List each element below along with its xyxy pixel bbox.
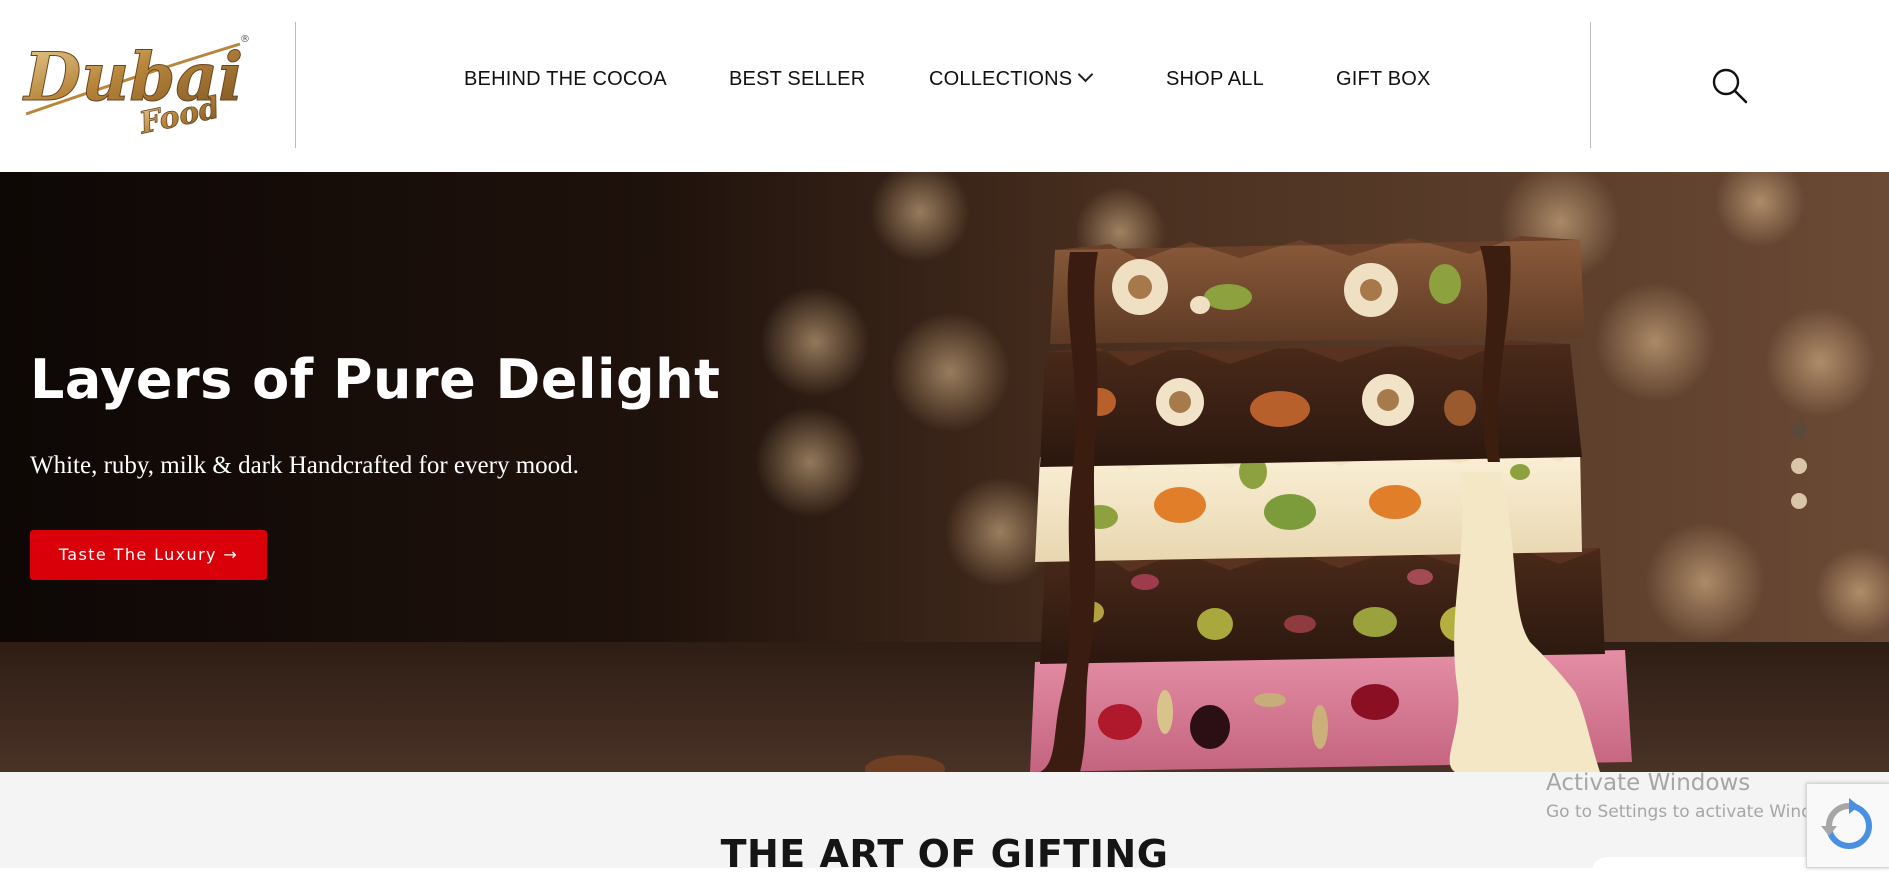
- slider-dots: [1791, 422, 1807, 522]
- search-icon: [1712, 68, 1748, 104]
- nav-item-gift-box[interactable]: GIFT BOX: [1336, 68, 1431, 94]
- windows-activation-watermark: Activate Windows Go to Settings to activ…: [1546, 770, 1851, 822]
- hero-title: Layers of Pure Delight: [30, 348, 721, 411]
- search-button[interactable]: [1710, 66, 1750, 106]
- main-nav: BEHIND THE COCOA BEST SELLER COLLECTIONS…: [0, 0, 1889, 172]
- taste-the-luxury-button[interactable]: Taste The Luxury →: [30, 530, 267, 580]
- nav-item-collections-label: COLLECTIONS: [929, 68, 1073, 90]
- hero-subtitle: White, ruby, milk & dark Handcrafted for…: [30, 452, 579, 479]
- slider-dot-1[interactable]: [1791, 422, 1807, 438]
- nav-item-collections[interactable]: COLLECTIONS: [929, 66, 1094, 94]
- nav-item-best-seller[interactable]: BEST SELLER: [729, 68, 865, 94]
- chevron-down-icon: [1078, 66, 1094, 83]
- floating-widget[interactable]: [1592, 857, 1842, 887]
- recaptcha-icon: [1821, 798, 1872, 849]
- recaptcha-badge[interactable]: [1806, 783, 1889, 868]
- header-divider-right: [1590, 22, 1591, 148]
- chocolate-stack: [1030, 236, 1632, 772]
- hero-banner: Layers of Pure Delight White, ruby, milk…: [0, 172, 1889, 772]
- activate-windows-subtitle: Go to Settings to activate Windows.: [1546, 802, 1851, 822]
- slider-dot-2[interactable]: [1791, 458, 1807, 474]
- site-header: Dubai Food ® BEHIND THE COCOA BEST SELLE…: [0, 0, 1889, 172]
- activate-windows-title: Activate Windows: [1546, 770, 1751, 796]
- nav-item-shop-all[interactable]: SHOP ALL: [1166, 68, 1264, 94]
- nav-item-behind-the-cocoa[interactable]: BEHIND THE COCOA: [464, 68, 667, 94]
- slider-dot-3[interactable]: [1791, 493, 1807, 509]
